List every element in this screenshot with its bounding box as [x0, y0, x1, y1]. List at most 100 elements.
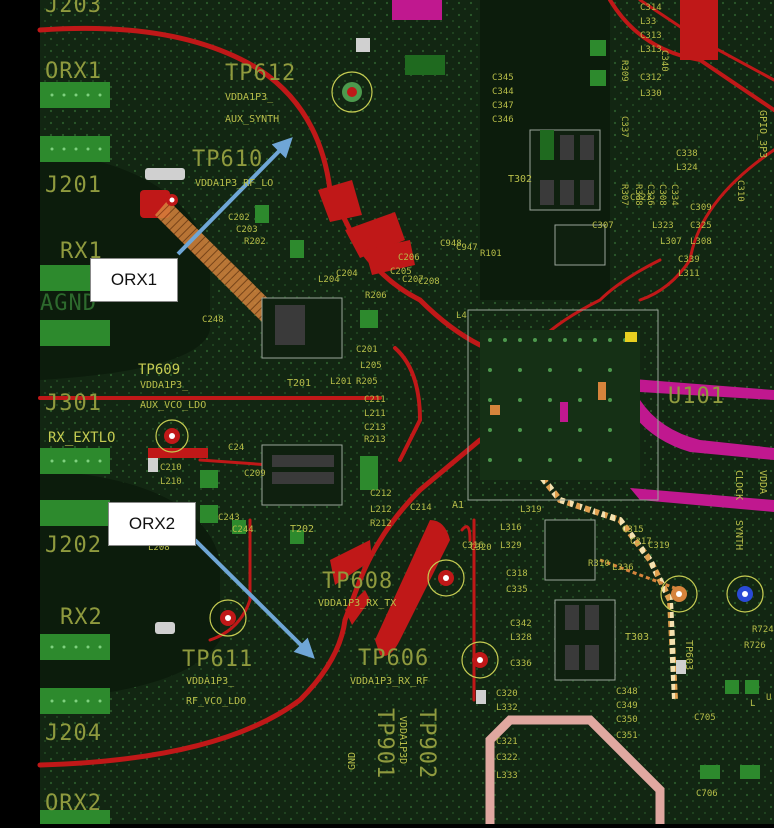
label-j202: J202: [45, 533, 102, 558]
designator-c315: C315: [622, 525, 644, 535]
designator-c312: C312: [640, 73, 662, 83]
designator-c323: C323: [630, 193, 652, 203]
designator-l316: L316: [500, 523, 522, 533]
designator-c322: C322: [496, 753, 518, 763]
label-rx2: RX2: [60, 605, 103, 630]
designator-c201: C201: [356, 345, 378, 355]
designator-l329: L329: [500, 541, 522, 551]
label-connector-top: J203: [45, 0, 102, 18]
orx2-callout-text: ORX2: [128, 514, 176, 533]
label-tp608-net1: VDDA1P3_RX_TX: [318, 598, 396, 609]
designator-r206: R206: [365, 291, 387, 301]
label-j201: J201: [45, 173, 102, 198]
designator-r101: R101: [480, 249, 502, 259]
label-u101: U101: [668, 384, 725, 409]
designator-c308: C308: [657, 184, 667, 206]
designator-l333: L333: [496, 771, 518, 781]
designator-c313: C313: [640, 31, 662, 41]
designator-c350: C350: [616, 715, 638, 725]
designator-c339: C339: [678, 255, 700, 265]
designator-c342: C342: [510, 619, 532, 629]
designator-c347: C347: [492, 101, 514, 111]
designator-c348: C348: [616, 687, 638, 697]
label-j204: J204: [45, 721, 102, 746]
designator-c336: C336: [510, 659, 532, 669]
designator-c349: C349: [616, 701, 638, 711]
label-tp612-net2: AUX_SYNTH: [225, 114, 279, 125]
label-tp603: TP603: [683, 640, 694, 670]
label-tp901-net1: GND: [347, 752, 358, 770]
label-tp609-net2: AUX_VCO_LDO: [140, 400, 206, 411]
designator-c351: C351: [616, 731, 638, 741]
designator-l204: L204: [318, 275, 340, 285]
label-tp606: TP606: [358, 646, 429, 671]
label-t202: T202: [290, 524, 314, 535]
net-gpio: GPIO_3P3: [757, 110, 768, 158]
designator-c318: C318: [506, 569, 528, 579]
designator-r309: R309: [619, 60, 629, 82]
label-t302: T302: [508, 174, 532, 185]
designator-l212: L212: [370, 505, 392, 515]
designator-c344: C344: [492, 87, 514, 97]
designator-r202: R202: [244, 237, 266, 247]
designator-c206: C206: [398, 253, 420, 263]
designator-c338: C338: [676, 149, 698, 159]
designator-c211: C211: [364, 395, 386, 405]
designator-r726: R726: [744, 641, 766, 651]
label-a1: A1: [452, 500, 464, 511]
designator-l307: L307: [660, 237, 682, 247]
designator-l328: L328: [510, 633, 532, 643]
designator-c340: C340: [659, 50, 669, 72]
designator-l313: L313: [640, 45, 662, 55]
net-synth: SYNTH: [733, 520, 744, 550]
orx1-callout-text: ORX1: [110, 270, 158, 289]
designator-l311: L311: [678, 269, 700, 279]
designator-c212: C212: [370, 489, 392, 499]
designator-c314: C314: [640, 3, 662, 13]
designator-c214: C214: [410, 503, 432, 513]
designator-c337: C337: [619, 116, 629, 138]
designator-c213: C213: [364, 423, 386, 433]
designator-c244: C244: [232, 525, 254, 535]
label-tp612-net1: VDDA1P3_: [225, 92, 274, 103]
label-tp610: TP610: [192, 147, 263, 172]
designator-c208: C208: [418, 277, 440, 287]
label-tp609-net1: VDDA1P3_: [140, 380, 189, 391]
net-clock: CLOCK: [733, 470, 744, 500]
label-tp611: TP611: [182, 647, 253, 672]
designator-r310: R310: [588, 559, 610, 569]
designator-c345: C345: [492, 73, 514, 83]
designator-r307: R307: [619, 184, 629, 206]
label-agnd: AGND: [40, 291, 97, 316]
label-t303: T303: [625, 632, 649, 643]
designator-c307: C307: [592, 221, 614, 231]
label-tp902-net1: VDDA1P3D: [397, 716, 408, 764]
designator-c319: C319: [648, 541, 670, 551]
designator-l324: L324: [676, 163, 698, 173]
designator-c320: C320: [496, 689, 518, 699]
designator-l210: L210: [160, 477, 182, 487]
designator-r213: R213: [364, 435, 386, 445]
label-orx1: ORX1: [45, 59, 102, 84]
designator-l308: L308: [690, 237, 712, 247]
label-tp902: TP902: [414, 708, 439, 779]
designator-c243: C243: [218, 513, 240, 523]
designator-c310: C310: [735, 180, 745, 202]
designator-r205: R205: [356, 377, 378, 387]
designator-l332: L332: [496, 703, 518, 713]
designator-c248: C248: [202, 315, 224, 325]
designator-l323: L323: [652, 221, 674, 231]
designator-c947: C947: [456, 243, 478, 253]
label-tp611-net1: VDDA1P3_: [186, 676, 235, 687]
via-field: [40, 0, 774, 824]
designator-c705: C705: [694, 713, 716, 723]
label-tp612: TP612: [225, 61, 296, 86]
designator-r724: R724: [752, 625, 774, 635]
label-rx-extlo: RX_EXTLO: [48, 430, 115, 446]
label-tp608: TP608: [322, 569, 393, 594]
pcb-canvas: J203 ORX1 J201 RX1 AGND J301 RX_EXTLO J2…: [0, 0, 774, 824]
designator-c309: C309: [690, 203, 712, 213]
label-tp610-net1: VDDA1P3_RF_LO: [195, 178, 273, 189]
orx1-callout: ORX1: [90, 258, 178, 302]
designator-l330: L330: [640, 89, 662, 99]
